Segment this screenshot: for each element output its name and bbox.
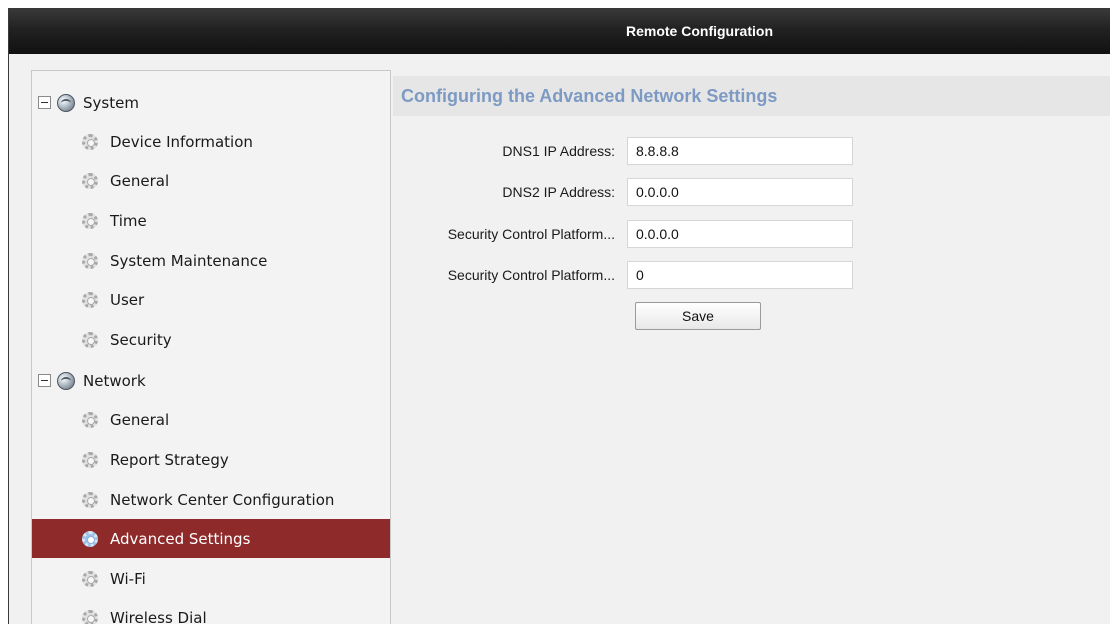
collapse-icon[interactable]	[38, 96, 51, 109]
settings-panel: Configuring the Advanced Network Setting…	[393, 70, 1110, 624]
dns2-row: DNS2 IP Address:	[393, 178, 863, 206]
sidebar-item-general[interactable]: General	[32, 161, 390, 200]
gear-icon	[82, 411, 98, 428]
gear-icon	[82, 491, 98, 508]
sidebar-item-label: Network Center Configuration	[110, 490, 335, 509]
sidebar-item-label: Report Strategy	[110, 450, 229, 469]
sidebar-item-wi-fi[interactable]: Wi-Fi	[32, 559, 390, 598]
sidebar-item-label: Wi-Fi	[110, 569, 146, 588]
sidebar-item-network-center-configuration[interactable]: Network Center Configuration	[32, 480, 390, 519]
sidebar-item-advanced-settings[interactable]: Advanced Settings	[32, 519, 390, 558]
tree-group-network[interactable]: Network	[32, 361, 390, 400]
sidebar-item-report-strategy[interactable]: Report Strategy	[32, 440, 390, 479]
gear-icon	[82, 133, 98, 150]
window-title: Remote Configuration	[626, 23, 773, 39]
sidebar-item-label: Wireless Dial	[110, 608, 207, 624]
sidebar-item-device-information[interactable]: Device Information	[32, 122, 390, 161]
sidebar-item-label: User	[110, 290, 145, 309]
gear-icon	[82, 331, 98, 348]
sidebar-item-label: Security	[110, 330, 172, 349]
sidebar-item-wireless-dial[interactable]: Wireless Dial	[32, 598, 390, 624]
title-bar: Remote Configuration	[9, 8, 1110, 54]
dns1-ip-input[interactable]	[627, 137, 853, 165]
dns2-label: DNS2 IP Address:	[502, 184, 615, 200]
security-platform-ip-label: Security Control Platform...	[447, 226, 615, 242]
page-title: Configuring the Advanced Network Setting…	[393, 76, 1110, 116]
config-tree-sidebar: System Device Information General Time S…	[31, 70, 391, 624]
globe-gear-icon	[57, 93, 75, 112]
dns2-ip-input[interactable]	[627, 178, 853, 206]
security-platform-port-input[interactable]	[627, 261, 853, 289]
collapse-icon[interactable]	[38, 374, 51, 387]
dns1-row: DNS1 IP Address:	[393, 137, 863, 165]
remote-configuration-window: Remote Configuration System Device Infor…	[8, 8, 1110, 624]
dns1-label: DNS1 IP Address:	[502, 143, 615, 159]
tree-group-label: System	[83, 93, 139, 112]
tree-group-label: Network	[83, 371, 146, 390]
gear-icon	[82, 451, 98, 468]
sidebar-item-label: Advanced Settings	[110, 529, 251, 548]
sidebar-item-user[interactable]: User	[32, 280, 390, 319]
gear-icon	[82, 252, 98, 269]
security-platform-port-row: Security Control Platform...	[393, 261, 863, 289]
sidebar-item-label: Time	[110, 211, 147, 230]
gear-icon	[82, 570, 98, 587]
globe-gear-icon	[57, 371, 75, 390]
security-platform-ip-input[interactable]	[627, 220, 853, 248]
sidebar-item-network-general[interactable]: General	[32, 400, 390, 439]
gear-icon	[82, 530, 98, 547]
sidebar-item-label: System Maintenance	[110, 251, 268, 270]
save-button[interactable]: Save	[635, 302, 761, 330]
gear-icon	[82, 291, 98, 308]
gear-icon	[82, 172, 98, 189]
sidebar-item-label: Device Information	[110, 132, 253, 151]
gear-icon	[82, 212, 98, 229]
tree-group-system[interactable]: System	[32, 83, 390, 122]
security-platform-port-label: Security Control Platform...	[447, 267, 615, 283]
sidebar-item-label: General	[110, 171, 170, 190]
sidebar-item-label: General	[110, 410, 170, 429]
sidebar-item-security[interactable]: Security	[32, 320, 390, 359]
sidebar-item-time[interactable]: Time	[32, 201, 390, 240]
gear-icon	[82, 609, 98, 624]
sidebar-item-system-maintenance[interactable]: System Maintenance	[32, 241, 390, 280]
security-platform-ip-row: Security Control Platform...	[393, 220, 863, 248]
